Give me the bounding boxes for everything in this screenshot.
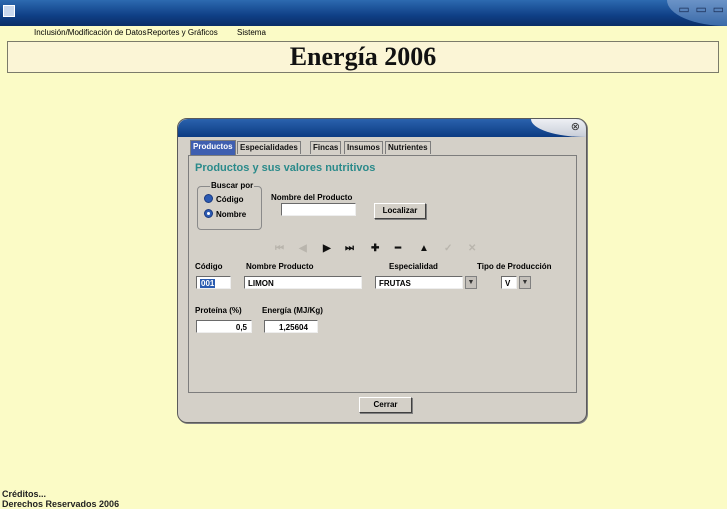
tab-nutrientes[interactable]: Nutrientes (385, 141, 431, 154)
production-type-dropdown-chevron-icon[interactable]: ▼ (519, 276, 531, 289)
menu-item-inclusion[interactable]: Inclusión/Modificación de Datos (34, 28, 147, 37)
code-value: 001 (200, 279, 216, 288)
radio-name[interactable]: Nombre (204, 209, 246, 219)
search-by-group: Buscar por Código Nombre (197, 181, 262, 230)
productos-panel: Productos y sus valores nutritivos Busca… (188, 155, 577, 393)
copyright-text: Derechos Reservados 2006 (2, 499, 120, 509)
code-field[interactable]: 001 (196, 276, 231, 289)
dialog-title-bar: ⊗ (178, 119, 586, 137)
add-record-icon[interactable]: ✚ (371, 243, 379, 254)
first-record-icon[interactable]: ⏮ (275, 243, 284, 254)
search-by-label: Buscar por (210, 181, 255, 190)
menu-bar: Inclusión/Modificación de Datos Reportes… (0, 26, 727, 40)
edit-record-icon[interactable]: ▲ (419, 243, 429, 254)
energy-label: Energía (MJ/Kg) (262, 306, 323, 315)
product-name-search-label: Nombre del Producto (271, 193, 353, 202)
radio-code[interactable]: Código (204, 194, 244, 204)
product-name-label: Nombre Producto (246, 262, 314, 271)
menu-item-reportes[interactable]: Reportes y Gráficos (147, 28, 218, 37)
previous-record-icon[interactable]: ◀ (299, 243, 307, 254)
radio-name-indicator[interactable] (204, 209, 213, 218)
window-controls[interactable]: ▭ ▭ ▭ (678, 2, 725, 16)
menu-item-sistema[interactable]: Sistema (237, 28, 266, 37)
radio-code-indicator[interactable] (204, 194, 213, 203)
protein-field[interactable]: 0,5 (196, 320, 252, 333)
locate-button[interactable]: Localizar (374, 203, 426, 219)
tab-fincas[interactable]: Fincas (310, 141, 342, 154)
header-banner: Energía 2006 (7, 41, 719, 73)
production-type-label: Tipo de Producción (477, 262, 552, 271)
window-title-bar: ▭ ▭ ▭ (0, 0, 727, 26)
last-record-icon[interactable]: ⏭ (345, 243, 354, 254)
tab-especialidades[interactable]: Especialidades (237, 141, 301, 154)
products-dialog: ⊗ Productos Especialidades Fincas Insumo… (177, 118, 587, 423)
next-record-icon[interactable]: ▶ (323, 243, 331, 254)
tab-productos[interactable]: Productos (190, 140, 236, 155)
tab-insumos[interactable]: Insumos (344, 141, 383, 154)
product-name-field[interactable]: LIMON (244, 276, 362, 289)
energy-field[interactable]: 1,25604 (264, 320, 318, 333)
section-heading: Productos y sus valores nutritivos (195, 162, 376, 174)
production-type-select[interactable]: V (501, 276, 517, 289)
delete-record-icon[interactable]: ━ (395, 243, 401, 254)
specialty-dropdown-chevron-icon[interactable]: ▼ (465, 276, 477, 289)
close-button[interactable]: Cerrar (359, 397, 412, 413)
specialty-select[interactable]: FRUTAS (375, 276, 463, 289)
close-icon[interactable]: ⊗ (571, 120, 580, 133)
save-record-icon[interactable]: ✓ (444, 243, 452, 254)
app-icon[interactable] (3, 5, 15, 17)
credits-link[interactable]: Créditos... (2, 489, 46, 499)
protein-label: Proteína (%) (195, 306, 242, 315)
code-label: Código (195, 262, 223, 271)
specialty-label: Especialidad (389, 262, 438, 271)
page-title: Energía 2006 (289, 42, 437, 71)
cancel-record-icon[interactable]: ✕ (468, 243, 476, 254)
product-name-search-input[interactable] (281, 203, 356, 216)
radio-name-label: Nombre (216, 210, 247, 219)
radio-code-label: Código (216, 195, 244, 204)
